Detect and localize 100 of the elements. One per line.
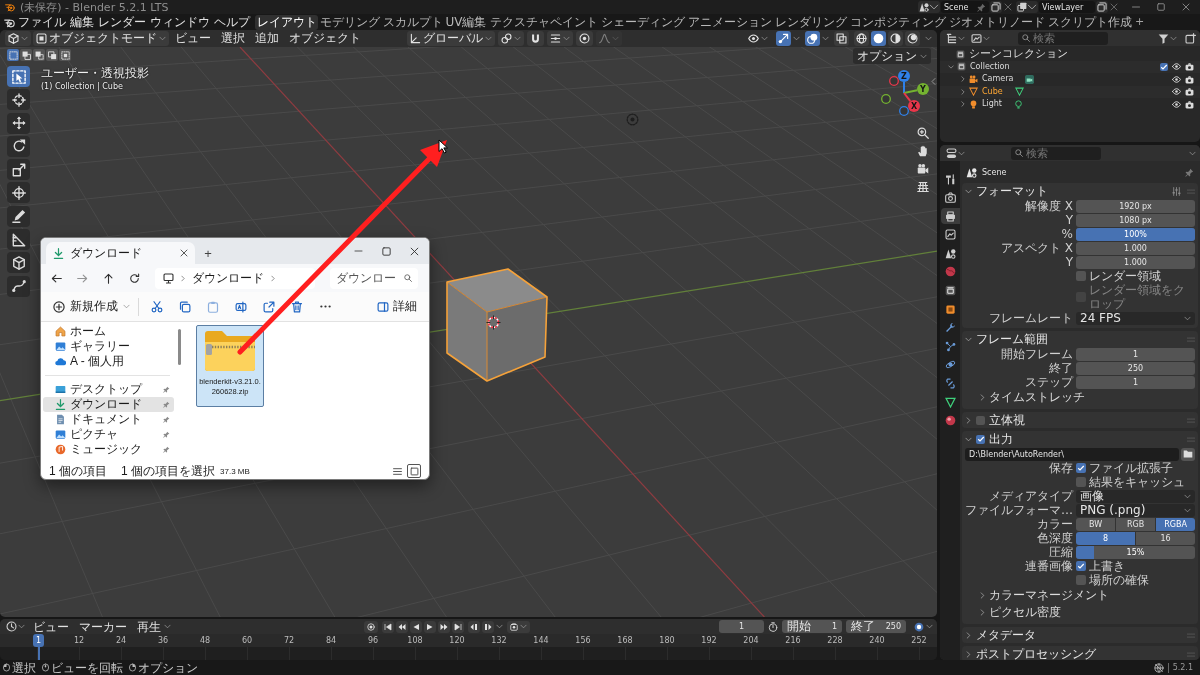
more-icon[interactable] <box>319 305 331 308</box>
breadcrumb-item[interactable]: ダウンロード <box>192 269 264 287</box>
workspace-tab[interactable]: シェーディング <box>599 14 686 30</box>
proportional-edit-button[interactable] <box>576 31 593 46</box>
camera-data-icon[interactable] <box>1025 74 1035 84</box>
xray-toggle[interactable] <box>834 31 849 46</box>
pin-icon[interactable] <box>1185 168 1194 177</box>
view-toggle[interactable] <box>407 464 421 478</box>
menu-item[interactable]: オブジェクト <box>285 31 365 46</box>
play-button[interactable] <box>424 620 436 633</box>
add-workspace-button[interactable]: + <box>1133 15 1147 29</box>
tool-button[interactable] <box>7 112 30 134</box>
number-field[interactable]: 1 <box>1076 347 1195 361</box>
hand-icon[interactable] <box>917 145 929 157</box>
copy-icon[interactable] <box>179 300 191 313</box>
bulb-outline-icon[interactable] <box>1013 99 1023 109</box>
cube-object[interactable] <box>445 267 549 384</box>
tool-button[interactable] <box>7 252 30 274</box>
browse-button[interactable] <box>918 1 940 13</box>
workspace-tab[interactable]: レンダリング <box>773 14 848 30</box>
movie-camera-icon[interactable] <box>917 163 929 175</box>
stopwatch-icon[interactable] <box>768 621 778 632</box>
workspace-tab[interactable]: レイアウト <box>255 14 318 30</box>
close-icon[interactable] <box>410 246 419 256</box>
checkbox[interactable] <box>1076 463 1086 473</box>
chevron-icon[interactable] <box>960 76 966 83</box>
dropdown[interactable]: 画像 <box>1076 489 1195 503</box>
nav-item[interactable]: ミュージック <box>43 442 174 457</box>
checkbox-label[interactable]: レンダー領域 <box>1089 269 1161 283</box>
caret-icon[interactable] <box>1189 150 1196 156</box>
workspace-tab[interactable]: UV編集 <box>444 14 488 30</box>
checkbox[interactable] <box>1076 561 1086 571</box>
workspace-tab[interactable]: スカルプト <box>381 14 444 30</box>
dropdown[interactable]: PNG (.png) <box>1076 503 1195 517</box>
checkbox[interactable] <box>1076 575 1086 585</box>
menu-item[interactable]: 選択 <box>217 31 249 46</box>
pin-icon[interactable] <box>163 386 170 393</box>
option-button[interactable]: 16 <box>1136 531 1195 545</box>
panel-title[interactable]: フレーム範囲 <box>976 330 1048 348</box>
caret-icon[interactable] <box>496 624 503 629</box>
playhead-line[interactable] <box>37 647 40 660</box>
explorer-tab[interactable]: ダウンロード <box>46 242 195 264</box>
maximize-icon[interactable] <box>1157 3 1165 11</box>
menu-item[interactable]: 追加 <box>251 31 283 46</box>
snap-target-button[interactable] <box>547 31 573 46</box>
tree-item-label[interactable]: Collection <box>970 60 1010 73</box>
panel-title[interactable]: ポストプロセッシング <box>976 645 1096 660</box>
display-mode-button[interactable] <box>969 31 992 45</box>
tree-item-label[interactable]: Camera <box>982 73 1014 86</box>
workspace-tab[interactable]: スクリプト作成 <box>1046 14 1133 30</box>
nav-item[interactable]: デスクトップ <box>43 382 174 397</box>
pivot-button[interactable] <box>498 31 524 46</box>
tool-button[interactable] <box>7 159 30 181</box>
checkbox-label[interactable]: 場所の確保 <box>1089 573 1149 587</box>
jump-to-end-button[interactable] <box>452 620 464 633</box>
eye-icon[interactable] <box>1172 87 1181 97</box>
zoom-icon[interactable] <box>917 127 929 139</box>
nav-item[interactable]: ピクチャ <box>43 427 174 442</box>
number-field[interactable]: 1 <box>1076 375 1195 389</box>
snap-button[interactable] <box>527 31 544 46</box>
slider-field[interactable]: 15% <box>1076 545 1195 559</box>
workspace-tab[interactable]: モデリング <box>318 14 381 30</box>
new-tab-button[interactable]: + <box>195 242 221 264</box>
shading-button[interactable] <box>888 31 903 46</box>
tool-button[interactable] <box>7 182 30 204</box>
tree-item-label[interactable]: Light <box>982 98 1002 111</box>
orientation-dropdown[interactable]: グローバル <box>407 31 495 46</box>
tool-button[interactable] <box>7 135 30 157</box>
number-field[interactable]: 250 <box>1076 361 1195 375</box>
folder-button[interactable] <box>1181 447 1195 461</box>
option-button[interactable]: RGBA <box>1156 517 1195 531</box>
panel-title[interactable]: フォーマット <box>976 182 1048 200</box>
checkbox[interactable] <box>1076 477 1086 487</box>
nav-item[interactable]: ホーム <box>43 324 174 339</box>
panel-title[interactable]: 出力 <box>989 430 1013 448</box>
tool-button[interactable] <box>7 89 30 111</box>
workspace-tab[interactable]: コンポジティング <box>848 14 947 30</box>
rename-icon[interactable] <box>235 300 247 313</box>
nav-item[interactable]: ダウンロード <box>43 397 174 412</box>
number-field[interactable]: 1.000 <box>1076 241 1195 255</box>
menu-item[interactable]: レンダー <box>98 14 146 30</box>
chevron-icon[interactable] <box>965 416 972 424</box>
selection-mode-button[interactable] <box>46 49 58 61</box>
checkbox-label[interactable]: ファイル拡張子 <box>1089 461 1173 475</box>
duplicate-button[interactable] <box>1096 1 1108 13</box>
browse-button[interactable] <box>1016 1 1038 13</box>
up-arrow-icon[interactable] <box>103 272 114 284</box>
workspace-tab[interactable]: テクスチャペイント <box>488 14 599 30</box>
editor-type-button[interactable] <box>944 31 967 45</box>
file-path-field[interactable]: D:\Blender\AutoRender\ <box>965 447 1179 461</box>
refresh-icon[interactable] <box>129 272 140 284</box>
perspective-grid-icon[interactable] <box>917 181 929 193</box>
panel-title[interactable]: メタデータ <box>976 626 1036 644</box>
camera-icon[interactable] <box>1185 62 1194 72</box>
nav-item[interactable]: A - 個人用 <box>43 354 174 369</box>
search-field[interactable]: ダウンロー <box>330 267 418 289</box>
menu-item[interactable]: ウィンドウ <box>150 14 210 30</box>
pin-icon[interactable] <box>163 401 170 408</box>
workspace-tab[interactable]: ジオメトリノード <box>947 14 1046 30</box>
caret-icon[interactable] <box>822 36 829 41</box>
